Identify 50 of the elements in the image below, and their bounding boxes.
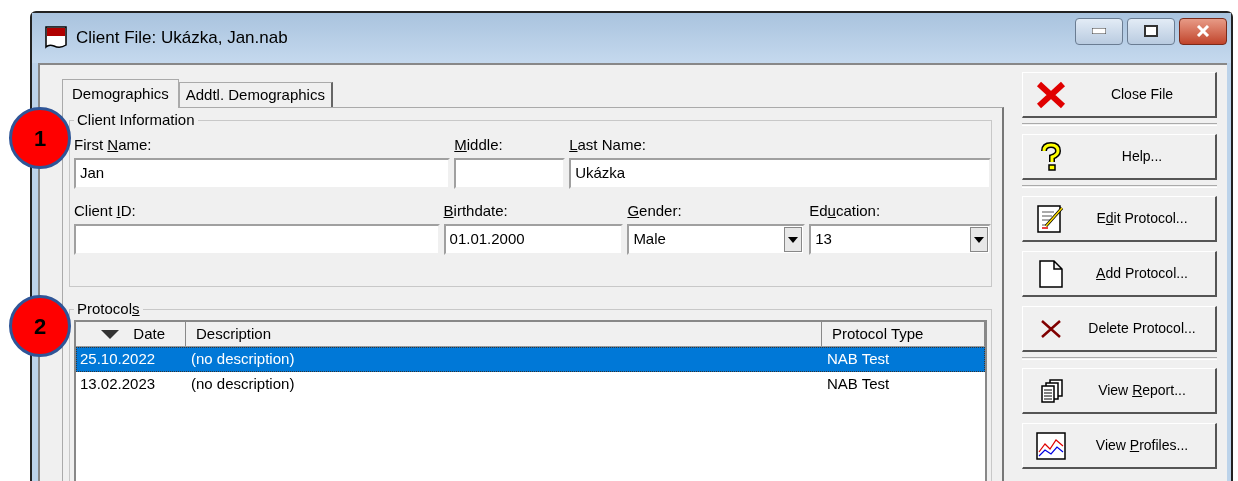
- text-field[interactable]: [454, 158, 566, 189]
- maximize-icon: [1144, 25, 1158, 37]
- action-button[interactable]: Delete Protocol...: [1022, 306, 1217, 352]
- table-cell-text: NAB Test: [826, 349, 890, 370]
- maximize-button[interactable]: [1127, 17, 1175, 45]
- minimize-button[interactable]: [1075, 17, 1123, 45]
- field-label: Last Name:: [569, 135, 647, 155]
- x-mark-icon: [1040, 318, 1062, 339]
- field-label: Client ID:: [74, 201, 137, 221]
- blank-page-icon: [1038, 258, 1064, 289]
- line-chart-icon: [1036, 431, 1066, 460]
- table-row[interactable]: 25.10.2022 (no description) NAB Test: [76, 347, 985, 372]
- tab[interactable]: Demographics: [62, 79, 179, 108]
- field-label: Gender:: [627, 201, 683, 221]
- document-logo-icon: [44, 25, 70, 51]
- table-cell-text: 25.10.2022: [79, 349, 157, 370]
- field-label: Education:: [809, 201, 882, 221]
- dropdown-field[interactable]: Male: [627, 224, 806, 255]
- numbered-callout: 2: [9, 295, 71, 357]
- column-header[interactable]: Date: [76, 322, 186, 346]
- table-cell-text: NAB Test: [826, 374, 890, 395]
- column-header[interactable]: Protocol Type: [822, 322, 985, 346]
- numbered-callout: 1: [9, 107, 71, 169]
- window-title: Client File: Ukázka, Jan.nab: [76, 27, 289, 50]
- table-cell-text: (no description): [190, 349, 296, 370]
- action-button[interactable]: Add Protocol...: [1022, 251, 1217, 297]
- close-icon: [1196, 25, 1210, 37]
- action-button[interactable]: Edit Protocol...: [1022, 196, 1217, 242]
- action-button[interactable]: Help...: [1022, 134, 1217, 180]
- dropdown-field[interactable]: 13: [809, 224, 991, 255]
- document-pencil-icon: [1036, 203, 1066, 234]
- close-x-icon: [1036, 80, 1066, 109]
- column-header[interactable]: Description: [186, 322, 822, 346]
- action-button[interactable]: View Report...: [1022, 368, 1217, 414]
- text-field[interactable]: Jan: [74, 158, 451, 189]
- table-cell-text: 13.02.2023: [79, 374, 157, 395]
- action-button[interactable]: Close File: [1022, 72, 1217, 118]
- close-button[interactable]: [1179, 17, 1227, 45]
- field-label: First Name:: [74, 135, 153, 155]
- tab[interactable]: Addtl. Demographics: [178, 82, 333, 107]
- question-mark-icon: [1039, 141, 1063, 172]
- text-field[interactable]: 01.01.2000: [443, 224, 624, 255]
- text-field[interactable]: Ukázka: [569, 158, 991, 189]
- text-field[interactable]: [74, 224, 440, 255]
- field-label: Birthdate:: [443, 201, 509, 221]
- table-cell-text: (no description): [190, 374, 296, 395]
- action-button[interactable]: View Profiles...: [1022, 423, 1217, 469]
- field-label: Middle:: [454, 135, 504, 155]
- minimize-icon: [1092, 28, 1106, 34]
- table-row[interactable]: 13.02.2023 (no description) NAB Test: [76, 372, 985, 397]
